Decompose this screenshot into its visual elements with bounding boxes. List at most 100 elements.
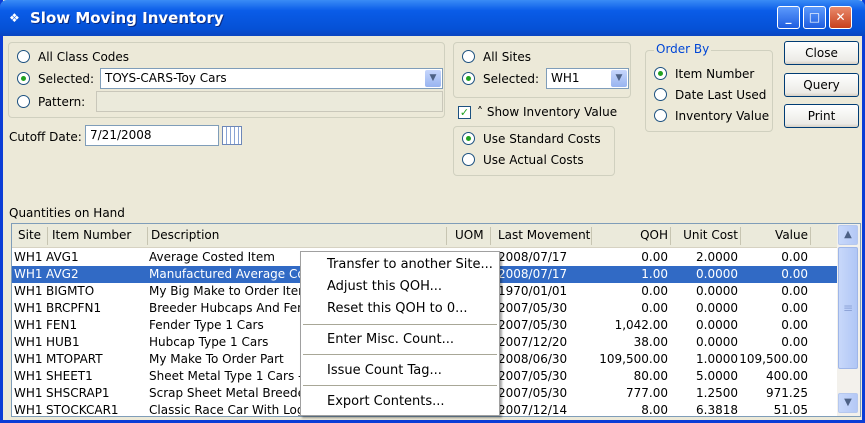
column-qoh[interactable]: QOH bbox=[595, 228, 668, 242]
cell-item-number: FEN1 bbox=[46, 318, 78, 332]
all-sites-radio[interactable] bbox=[462, 50, 475, 63]
scroll-thumb[interactable]: ≡ bbox=[838, 247, 858, 369]
cell-last-movement: 2007/12/14 bbox=[498, 403, 568, 417]
cell-qoh: 1.00 bbox=[641, 267, 668, 281]
column-item-number[interactable]: Item Number bbox=[52, 228, 131, 242]
cell-unit-cost: 0.0000 bbox=[696, 301, 738, 315]
cell-item-number: SHSCRAP1 bbox=[46, 386, 110, 400]
cell-last-movement: 2007/05/30 bbox=[498, 386, 568, 400]
actual-costs-radio[interactable] bbox=[462, 153, 475, 166]
print-button[interactable]: Print bbox=[784, 104, 859, 128]
cell-item-number: AVG2 bbox=[46, 267, 79, 281]
column-site[interactable]: Site bbox=[18, 228, 41, 242]
close-button[interactable]: Close bbox=[784, 41, 859, 65]
cell-site: WH1 bbox=[14, 335, 43, 349]
cell-item-number: MTOPART bbox=[46, 352, 103, 366]
slow-moving-inventory-window: ❖ Slow Moving Inventory _ □ ✕ All Class … bbox=[0, 0, 865, 423]
order-item-number-radio[interactable] bbox=[654, 67, 667, 80]
cutoff-date-input[interactable]: 7/21/2008 bbox=[85, 125, 219, 146]
show-inventory-value-checkbox[interactable]: ✓ bbox=[458, 106, 471, 119]
cell-last-movement: 2007/05/30 bbox=[498, 369, 568, 383]
order-date-last-used-label: Date Last Used bbox=[675, 88, 767, 102]
menu-separator bbox=[303, 354, 497, 355]
cell-item-number: BIGMTO bbox=[46, 284, 95, 298]
order-item-number-label: Item Number bbox=[675, 67, 755, 81]
class-code-combo[interactable]: TOYS-CARS-Toy Cars ▼ bbox=[100, 68, 443, 89]
menu-issue-count-tag[interactable]: Issue Count Tag... bbox=[327, 363, 442, 378]
cell-unit-cost: 2.0000 bbox=[696, 250, 738, 264]
all-class-codes-label: All Class Codes bbox=[38, 50, 130, 64]
cell-value: 109,500.00 bbox=[739, 352, 808, 366]
cell-site: WH1 bbox=[14, 284, 43, 298]
cell-unit-cost: 1.0000 bbox=[696, 352, 738, 366]
menu-transfer-to-site[interactable]: Transfer to another Site... bbox=[327, 257, 493, 272]
cell-item-number: SHEET1 bbox=[46, 369, 93, 383]
actual-costs-label: Use Actual Costs bbox=[483, 153, 584, 167]
cell-last-movement: 1970/01/01 bbox=[498, 284, 568, 298]
menu-enter-misc-count[interactable]: Enter Misc. Count... bbox=[327, 332, 454, 347]
column-value[interactable]: Value bbox=[744, 228, 808, 242]
chevron-down-icon[interactable]: ▼ bbox=[425, 70, 441, 87]
cell-last-movement: 2008/07/17 bbox=[498, 250, 568, 264]
column-uom[interactable]: UOM bbox=[455, 228, 484, 242]
cell-item-number: HUB1 bbox=[46, 335, 80, 349]
cell-unit-cost: 0.0000 bbox=[696, 318, 738, 332]
standard-costs-radio[interactable] bbox=[462, 132, 475, 145]
vertical-scrollbar[interactable]: ▲ ≡ ▼ bbox=[837, 224, 860, 416]
title-bar: ❖ Slow Moving Inventory _ □ ✕ bbox=[0, 0, 865, 36]
selected-site-radio[interactable] bbox=[462, 72, 475, 85]
cell-value: 0.00 bbox=[781, 284, 808, 298]
order-inventory-value-label: Inventory Value bbox=[675, 109, 770, 123]
menu-adjust-qoh[interactable]: Adjust this QOH... bbox=[327, 279, 442, 294]
query-button[interactable]: Query bbox=[784, 73, 859, 97]
menu-separator bbox=[303, 385, 497, 386]
minimize-button[interactable]: _ bbox=[777, 6, 800, 29]
cell-value: 400.00 bbox=[766, 369, 808, 383]
cell-qoh: 80.00 bbox=[633, 369, 668, 383]
cell-value: 0.00 bbox=[781, 318, 808, 332]
menu-reset-qoh[interactable]: Reset this QOH to 0... bbox=[327, 301, 468, 316]
cell-last-movement: 2007/05/30 bbox=[498, 318, 568, 332]
site-value: WH1 bbox=[551, 71, 580, 85]
cell-value: 971.25 bbox=[766, 386, 808, 400]
cell-qoh: 0.00 bbox=[641, 284, 668, 298]
pattern-label: Pattern: bbox=[38, 95, 86, 109]
selected-class-code-radio[interactable] bbox=[17, 72, 30, 85]
scroll-up-icon[interactable]: ▲ bbox=[838, 225, 858, 245]
pattern-input[interactable] bbox=[96, 91, 443, 112]
cell-unit-cost: 5.0000 bbox=[696, 369, 738, 383]
order-by-title: Order By bbox=[654, 42, 712, 56]
cell-value: 0.00 bbox=[781, 250, 808, 264]
scroll-down-icon[interactable]: ▼ bbox=[838, 393, 858, 413]
cell-site: WH1 bbox=[14, 369, 43, 383]
column-last-movement[interactable]: Last Movement bbox=[498, 228, 590, 242]
close-window-button[interactable]: ✕ bbox=[829, 6, 852, 29]
order-date-last-used-radio[interactable] bbox=[654, 88, 667, 101]
show-inventory-value-label: ˄ Show Inventory Value bbox=[477, 105, 618, 119]
cell-site: WH1 bbox=[14, 403, 43, 417]
chevron-down-icon[interactable]: ▼ bbox=[611, 70, 627, 87]
cell-last-movement: 2008/06/30 bbox=[498, 352, 568, 366]
class-code-value: TOYS-CARS-Toy Cars bbox=[105, 71, 227, 85]
cell-site: WH1 bbox=[14, 352, 43, 366]
cell-site: WH1 bbox=[14, 250, 43, 264]
cell-value: 0.00 bbox=[781, 301, 808, 315]
cell-value: 0.00 bbox=[781, 267, 808, 281]
menu-export-contents[interactable]: Export Contents... bbox=[327, 394, 445, 409]
site-combo[interactable]: WH1 ▼ bbox=[546, 68, 629, 89]
quantities-on-hand-label: Quantities on Hand bbox=[9, 206, 125, 220]
cell-qoh: 777.00 bbox=[626, 386, 668, 400]
cell-site: WH1 bbox=[14, 267, 43, 281]
column-unit-cost[interactable]: Unit Cost bbox=[674, 228, 738, 242]
pattern-radio[interactable] bbox=[17, 95, 30, 108]
cell-unit-cost: 0.0000 bbox=[696, 335, 738, 349]
calendar-icon[interactable] bbox=[222, 126, 242, 145]
cell-unit-cost: 0.0000 bbox=[696, 267, 738, 281]
maximize-button[interactable]: □ bbox=[803, 6, 826, 29]
all-class-codes-radio[interactable] bbox=[17, 50, 30, 63]
cell-site: WH1 bbox=[14, 386, 43, 400]
cell-qoh: 0.00 bbox=[641, 301, 668, 315]
column-description[interactable]: Description bbox=[151, 228, 219, 242]
context-menu: Transfer to another Site... Adjust this … bbox=[300, 251, 500, 416]
order-inventory-value-radio[interactable] bbox=[654, 109, 667, 122]
